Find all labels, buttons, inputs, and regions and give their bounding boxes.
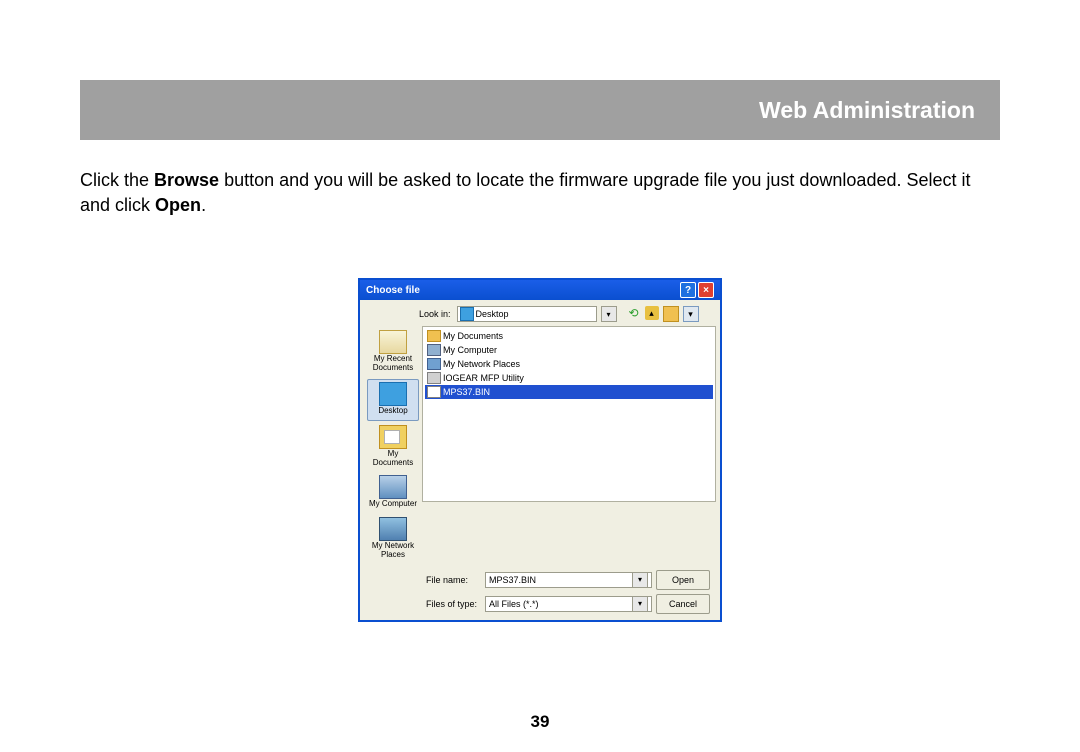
dialog-titlebar: Choose file ? × — [360, 280, 720, 300]
dialog-title-text: Choose file — [366, 285, 420, 296]
nav-viewmenu-icon[interactable]: ▾ — [683, 306, 699, 322]
filetype-input[interactable]: All Files (*.*) ▾ — [485, 596, 652, 612]
desktop-icon — [460, 307, 474, 321]
file-label: My Documents — [443, 331, 503, 342]
list-item[interactable]: My Documents — [425, 329, 713, 343]
app-icon — [427, 372, 441, 384]
list-item-selected[interactable]: MPS37.BIN — [425, 385, 713, 399]
instruction-browse: Browse — [154, 170, 219, 190]
file-list-pane[interactable]: My Documents My Computer My Network Plac… — [422, 326, 716, 502]
list-item[interactable]: My Network Places — [425, 357, 713, 371]
sidebar-item-label: My Computer — [369, 499, 417, 508]
header-bar: Web Administration — [80, 80, 1000, 140]
recent-docs-icon — [379, 330, 407, 354]
folder-icon — [427, 330, 441, 342]
sidebar-item-mydocs[interactable]: My Documents — [368, 423, 418, 472]
instruction-open: Open — [155, 195, 201, 215]
file-label: My Network Places — [443, 359, 520, 370]
nav-up-icon[interactable]: ▴ — [645, 306, 659, 320]
filename-value: MPS37.BIN — [489, 575, 536, 585]
network-places-icon — [379, 517, 407, 541]
sidebar-item-network[interactable]: My Network Places — [368, 515, 418, 564]
nav-newfolder-icon[interactable] — [663, 306, 679, 322]
instruction-text: Click the Browse button and you will be … — [80, 168, 1000, 218]
cancel-button[interactable]: Cancel — [656, 594, 710, 614]
sidebar-item-label: My Documents — [373, 449, 413, 467]
lookin-dropdown-button[interactable]: ▾ — [601, 306, 617, 322]
computer-icon — [427, 344, 441, 356]
help-icon[interactable]: ? — [680, 282, 696, 298]
filename-input[interactable]: MPS37.BIN ▾ — [485, 572, 652, 588]
filetype-value: All Files (*.*) — [489, 599, 539, 609]
page-number: 39 — [0, 712, 1080, 732]
places-sidebar: My Recent Documents Desktop My Documents — [364, 326, 422, 565]
open-button[interactable]: Open — [656, 570, 710, 590]
nav-back-icon[interactable]: ⟲ — [627, 306, 641, 320]
file-label: My Computer — [443, 345, 497, 356]
page-title: Web Administration — [759, 97, 975, 124]
file-icon — [427, 386, 441, 398]
sidebar-item-label: My Network Places — [372, 541, 414, 559]
filetype-dropdown-button[interactable]: ▾ — [632, 596, 648, 612]
file-label: IOGEAR MFP Utility — [443, 373, 524, 384]
instruction-pre: Click the — [80, 170, 154, 190]
sidebar-item-mycomputer[interactable]: My Computer — [368, 473, 418, 513]
lookin-label: Look in: — [419, 309, 451, 319]
list-item[interactable]: My Computer — [425, 343, 713, 357]
lookin-dropdown[interactable]: Desktop — [457, 306, 597, 322]
close-icon[interactable]: × — [698, 282, 714, 298]
file-label: MPS37.BIN — [443, 387, 490, 398]
sidebar-item-label: Desktop — [378, 406, 407, 415]
filename-label: File name: — [426, 575, 481, 585]
choose-file-dialog: Choose file ? × Look in: Desktop ▾ ⟲ — [358, 278, 722, 621]
lookin-value: Desktop — [476, 309, 509, 319]
instruction-post: . — [201, 195, 206, 215]
sidebar-item-desktop[interactable]: Desktop — [367, 379, 419, 421]
sidebar-item-recent[interactable]: My Recent Documents — [368, 328, 418, 377]
filetype-label: Files of type: — [426, 599, 481, 609]
mycomputer-icon — [379, 475, 407, 499]
network-icon — [427, 358, 441, 370]
filename-dropdown-button[interactable]: ▾ — [632, 572, 648, 588]
sidebar-item-label: My Recent Documents — [373, 354, 413, 372]
mydocs-icon — [379, 425, 407, 449]
list-item[interactable]: IOGEAR MFP Utility — [425, 371, 713, 385]
desktop-places-icon — [379, 382, 407, 406]
